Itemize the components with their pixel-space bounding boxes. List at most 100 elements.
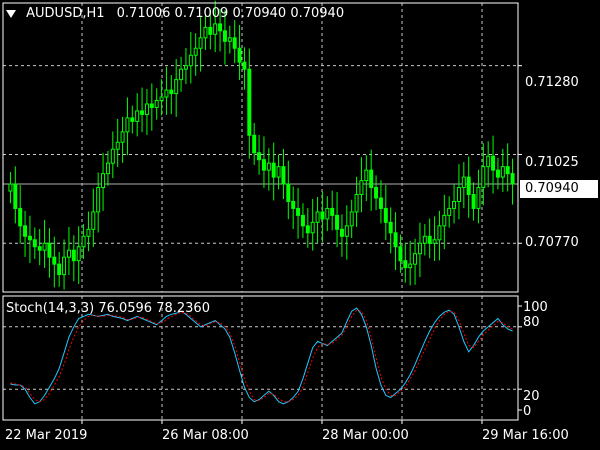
time-label-3: 28 Mar 00:00 (322, 428, 409, 443)
candle-body (310, 221, 315, 234)
candle-body (437, 225, 442, 241)
grid-lines (3, 3, 518, 420)
candle-body (47, 242, 52, 258)
candle-body (261, 159, 266, 171)
symbol-label: AUDUSD,H1 (26, 6, 105, 21)
candle-body (339, 228, 344, 237)
candle-body (403, 260, 408, 269)
candle-body (505, 166, 510, 175)
stoch-signal-line (10, 309, 513, 403)
candle-body (76, 246, 81, 262)
candle-body (232, 37, 237, 49)
candle-body (18, 207, 23, 227)
candle-body (378, 197, 383, 209)
candle-body (320, 211, 325, 220)
candle-body (388, 221, 393, 234)
candle-body (466, 176, 471, 196)
candle-body (115, 141, 120, 150)
candle-body (37, 246, 42, 251)
candle-body (257, 152, 262, 161)
candle-body (62, 256, 67, 276)
candle-body (495, 169, 500, 178)
candle-body (174, 79, 179, 95)
candle-body (198, 37, 203, 49)
candle-body (359, 180, 364, 196)
candle-body (300, 214, 305, 227)
candle-body (291, 200, 296, 209)
candle-body (422, 235, 427, 244)
candle-body (96, 187, 101, 213)
candle-body (183, 65, 188, 70)
candle-body (208, 26, 213, 35)
candle-body (374, 187, 379, 199)
candle-body (325, 207, 330, 220)
candle-body (140, 110, 145, 115)
candle-body (169, 89, 174, 95)
candle-body (203, 26, 208, 39)
chart-canvas (2, 0, 522, 424)
candle-body (481, 166, 486, 189)
candle-body (344, 225, 349, 237)
current-price-badge: 0.70940 (520, 180, 598, 198)
candle-body (32, 239, 37, 248)
candle-body (66, 249, 71, 258)
candle-body (315, 211, 320, 223)
candle-body (222, 30, 227, 42)
candle-body (188, 54, 193, 67)
candle-body (476, 187, 481, 209)
candle-body (105, 162, 110, 175)
level-label-0: 0 (523, 404, 532, 419)
candle-body (57, 263, 62, 276)
candle-body (432, 239, 437, 244)
candle-body (42, 242, 47, 251)
candle-body (13, 183, 18, 209)
candle-body (130, 117, 135, 122)
candle-body (120, 131, 125, 143)
candle-body (218, 23, 223, 32)
candle-body (335, 214, 340, 230)
candle-body (144, 103, 149, 115)
candle-body (296, 207, 301, 216)
candle-body (252, 134, 257, 154)
candle-body (305, 225, 310, 234)
time-label-1: 22 Mar 2019 (5, 428, 88, 443)
candle-body (154, 99, 159, 108)
dropdown-triangle-icon[interactable] (6, 9, 16, 18)
candle-body (247, 68, 252, 136)
time-label-2: 26 Mar 08:00 (162, 428, 249, 443)
indicator-label: Stoch(14,3,3) 76.0596 78.2360 (6, 301, 210, 316)
candle-body (461, 176, 466, 189)
candle-body (349, 211, 354, 227)
candle-body (266, 162, 271, 171)
candle-body (456, 187, 461, 202)
candle-body (81, 235, 86, 248)
candle-body (125, 117, 130, 133)
price-label-2: 0.71025 (525, 155, 579, 170)
level-label-20: 20 (523, 389, 540, 404)
candle-body (471, 194, 476, 209)
candle-body (227, 37, 232, 42)
level-label-100: 100 (523, 300, 548, 315)
candle-body (286, 183, 291, 202)
candle-body (452, 200, 457, 209)
candle-body (86, 228, 91, 237)
candle-body (447, 207, 452, 216)
candle-body (354, 194, 359, 213)
candle-body (417, 242, 422, 255)
candle-body (398, 246, 403, 262)
candle-body (8, 183, 13, 192)
candle-body (427, 235, 432, 244)
candle-body (91, 211, 96, 230)
candle-body (23, 225, 28, 237)
candle-body (101, 173, 106, 189)
candle-body (491, 155, 496, 171)
price-label-3: 0.70770 (525, 235, 579, 250)
candle-body (364, 169, 369, 182)
chart-header: AUDUSD,H1 0.71006 0.71009 0.70940 0.7094… (6, 6, 344, 22)
candle-body (330, 207, 335, 216)
candle-body (408, 263, 413, 269)
level-label-80: 80 (523, 315, 540, 330)
candle-body (442, 214, 447, 227)
candle-body (149, 103, 154, 108)
candle-body (164, 89, 169, 98)
